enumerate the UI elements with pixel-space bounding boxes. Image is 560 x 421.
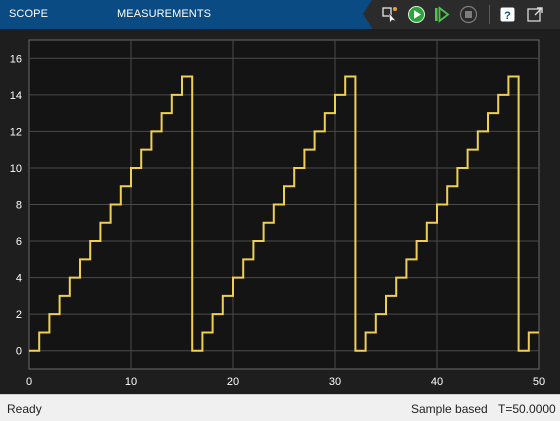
x-tick-label: 20 [227, 376, 239, 388]
y-tick-label: 6 [16, 236, 22, 248]
tab-scope[interactable]: SCOPE [9, 8, 48, 20]
y-tick-label: 12 [10, 126, 22, 138]
simulation-time: T=50.0000 [498, 402, 556, 416]
x-tick-label: 40 [431, 376, 443, 388]
x-tick-label: 0 [26, 376, 32, 388]
x-tick-label: 10 [125, 376, 137, 388]
scope-plot[interactable]: 0 10 20 30 40 50 0 2 4 6 8 10 12 14 16 [0, 29, 560, 394]
y-tick-label: 10 [10, 163, 22, 175]
toolbar-icon-group: ? [363, 0, 560, 29]
status-bar: Ready Sample based T=50.0000 [0, 394, 560, 421]
x-tick-label: 30 [329, 376, 341, 388]
toolbar-separator [489, 5, 490, 24]
svg-text:?: ? [504, 10, 511, 22]
x-tick-label: 50 [533, 376, 545, 388]
signal-highlight-icon[interactable] [380, 4, 401, 25]
scope-display[interactable]: 0 10 20 30 40 50 0 2 4 6 8 10 12 14 16 [0, 29, 560, 394]
step-forward-icon[interactable] [431, 4, 452, 25]
y-tick-label: 0 [16, 346, 22, 358]
y-tick-label: 4 [16, 273, 22, 285]
run-icon[interactable] [406, 4, 427, 25]
undock-icon[interactable] [525, 4, 546, 25]
status-text: Ready [7, 402, 42, 416]
y-tick-label: 8 [16, 200, 22, 212]
scope-toolbar: SCOPE MEASUREMENTS ? [0, 0, 560, 29]
stop-icon[interactable] [458, 4, 479, 25]
y-tick-label: 16 [10, 53, 22, 65]
sample-mode-label: Sample based [411, 402, 488, 416]
tab-measurements[interactable]: MEASUREMENTS [117, 8, 211, 20]
help-icon[interactable]: ? [497, 4, 518, 25]
y-tick-label: 14 [10, 90, 22, 102]
y-tick-label: 2 [16, 309, 22, 321]
